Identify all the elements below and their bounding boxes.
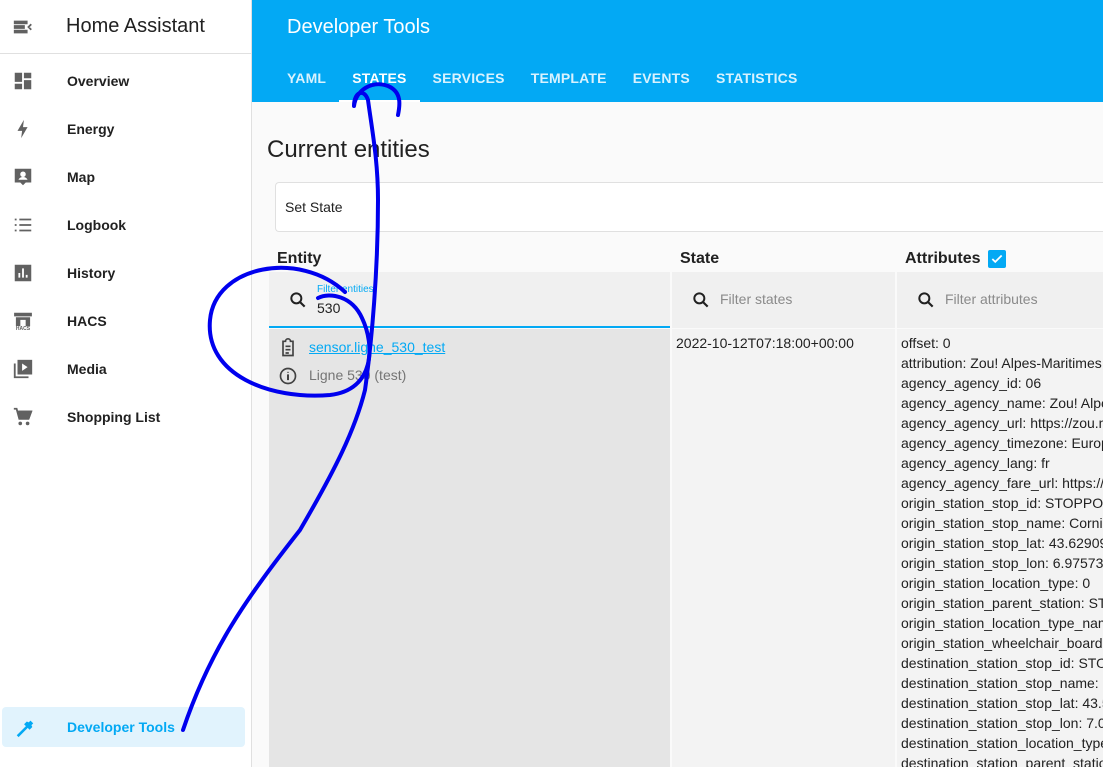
menu-toggle-button[interactable] [0, 0, 46, 54]
sidebar-item-label: Energy [67, 121, 115, 137]
sidebar-item-label: Developer Tools [67, 719, 175, 735]
hammer-icon [14, 716, 36, 738]
info-icon[interactable] [278, 366, 298, 386]
sidebar-item-label: Shopping List [67, 409, 161, 425]
list-icon [12, 214, 34, 236]
entity-state-value: 2022-10-12T07:18:00+00:00 [676, 335, 854, 351]
tab-yaml[interactable]: YAML [274, 56, 339, 102]
menu-collapse-icon [13, 20, 32, 33]
sidebar-item-label: Overview [67, 73, 130, 89]
tab-states[interactable]: STATES [339, 56, 420, 102]
page-title: Developer Tools [287, 16, 431, 38]
sidebar-item-shopping-list[interactable]: Shopping List [0, 397, 252, 437]
attribute-line: destination_station_stop_lat: 43.5 [901, 695, 1103, 711]
sidebar-item-energy[interactable]: Energy [0, 109, 252, 149]
search-icon [693, 292, 709, 308]
attributes-list: offset: 0 attribution: Zou! Alpes-Maritim… [901, 335, 1103, 767]
check-icon [991, 254, 1003, 264]
set-state-panel[interactable]: Set State [275, 182, 1103, 232]
lightning-icon [12, 118, 34, 140]
entity-filter-label: Filter entities [317, 284, 374, 295]
tab-events[interactable]: EVENTS [620, 56, 703, 102]
attribute-line: origin_station_location_type_name: Stati… [901, 615, 1103, 631]
attributes-filter-field[interactable]: Filter attributes [897, 272, 1103, 328]
attribute-line: agency_agency_timezone: Europe/Paris [901, 435, 1103, 451]
search-icon [290, 292, 306, 308]
attribute-line: origin_station_parent_station: STOPAREA [901, 595, 1103, 611]
entity-friendly-name: Ligne 530 (test) [309, 367, 407, 383]
section-heading: Current entities [267, 136, 430, 163]
sidebar-header: Home Assistant [0, 0, 251, 54]
sidebar-item-label: Media [67, 361, 107, 377]
sidebar-item-label: History [67, 265, 116, 281]
attribute-line: agency_agency_fare_url: https://zou.mare… [901, 475, 1103, 491]
table-row-state-cell [672, 329, 895, 767]
attribute-line: destination_station_stop_name: Gare [901, 675, 1103, 691]
tab-template[interactable]: TEMPLATE [518, 56, 620, 102]
set-state-label: Set State [285, 199, 343, 215]
attribute-line: origin_station_stop_name: Corniche [901, 515, 1103, 531]
attribute-line: offset: 0 [901, 335, 951, 351]
sidebar-item-logbook[interactable]: Logbook [0, 205, 252, 245]
sidebar-item-label: HACS [67, 313, 107, 329]
sidebar-item-overview[interactable]: Overview [0, 61, 252, 101]
hacs-store-icon: HACS [12, 310, 34, 332]
sidebar-item-developer-tools[interactable]: Developer Tools [2, 707, 245, 747]
tab-bar: YAML STATES SERVICES TEMPLATE EVENTS STA… [274, 56, 811, 102]
attribute-line: agency_agency_url: https://zou.maregions… [901, 415, 1103, 431]
sidebar-item-label: Map [67, 169, 95, 185]
attribute-line: origin_station_stop_lon: 6.97573 [901, 555, 1103, 571]
clipboard-list-icon[interactable] [278, 338, 298, 358]
app-header: Developer Tools YAML STATES SERVICES TEM… [252, 0, 1103, 102]
sidebar-item-label: Logbook [67, 217, 127, 233]
attribute-line: destination_station_stop_id: STOPPOINT [901, 655, 1103, 671]
play-box-multiple-icon [12, 358, 34, 380]
attribute-line: origin_station_wheelchair_boarding: 0 [901, 635, 1103, 651]
tab-statistics[interactable]: STATISTICS [703, 56, 811, 102]
attribute-line: destination_station_location_type: 0 [901, 735, 1103, 751]
sidebar-item-history[interactable]: History [0, 253, 252, 293]
chart-box-icon [12, 262, 34, 284]
attribute-line: origin_station_location_type: 0 [901, 575, 1091, 591]
entity-id-link[interactable]: sensor.ligne_530_test [309, 339, 445, 355]
column-header-entity: Entity [277, 250, 322, 267]
map-account-icon [12, 166, 34, 188]
hacs-icon-text: HACS [15, 325, 31, 332]
search-icon [918, 292, 934, 308]
attributes-filter-placeholder: Filter attributes [945, 291, 1038, 307]
state-filter-placeholder: Filter states [720, 291, 793, 307]
tab-services[interactable]: SERVICES [420, 56, 518, 102]
sidebar-item-media[interactable]: Media [0, 349, 252, 389]
attribute-line: agency_agency_name: Zou! Alpes-Maritimes [901, 395, 1103, 411]
sidebar-item-hacs[interactable]: HACS HACS [0, 301, 252, 341]
table-row-entity-cell [269, 329, 670, 767]
dashboard-icon [12, 70, 34, 92]
attribute-line: origin_station_stop_lat: 43.62909 [901, 535, 1103, 551]
attribute-line: origin_station_stop_id: STOPPOINT [901, 495, 1103, 511]
attribute-line: agency_agency_lang: fr [901, 455, 1050, 471]
column-header-state: State [680, 250, 720, 267]
attribute-line: attribution: Zou! Alpes-Maritimes [901, 355, 1102, 371]
column-header-attributes: Attributes [905, 250, 981, 267]
cart-icon [12, 406, 34, 428]
sidebar-item-map[interactable]: Map [0, 157, 252, 197]
sidebar: Home Assistant Overview Energy Map Logbo… [0, 0, 252, 767]
attribute-line: destination_station_stop_lon: 7.0 [901, 715, 1103, 731]
entity-filter-value[interactable]: 530 [317, 300, 340, 316]
attribute-line: agency_agency_id: 06 [901, 375, 1042, 391]
attribute-line: destination_station_parent_station: STOP… [901, 755, 1103, 767]
entity-filter-field[interactable]: Filter entities 530 [269, 272, 670, 328]
app-title: Home Assistant [66, 15, 205, 37]
state-filter-field[interactable]: Filter states [672, 272, 895, 328]
attributes-checkbox[interactable] [988, 250, 1006, 268]
